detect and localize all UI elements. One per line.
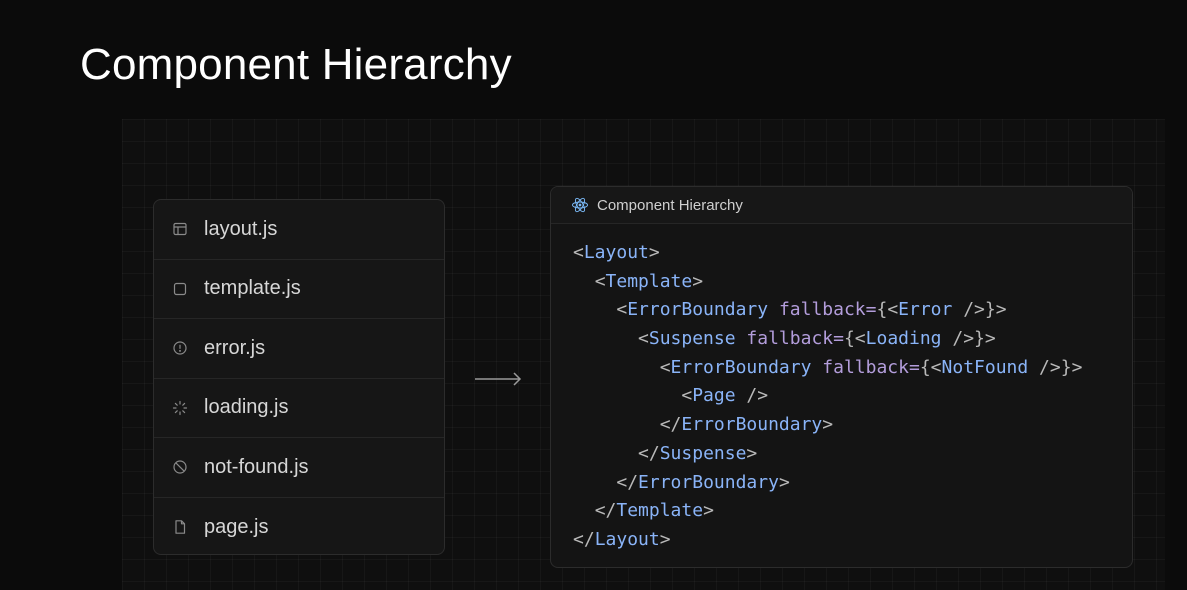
code-line: <Layout> bbox=[573, 239, 1082, 268]
code-token-punct: />}> bbox=[1028, 356, 1083, 378]
code-token-punct: < bbox=[616, 299, 628, 321]
code-line: <Suspense fallback={<Loading />}> bbox=[573, 325, 1082, 354]
code-token-tag: Layout bbox=[583, 242, 649, 263]
code-token-punct: < bbox=[594, 270, 606, 292]
right-arrow-icon bbox=[474, 370, 524, 388]
error-circle-icon bbox=[172, 340, 188, 356]
file-name: template.js bbox=[204, 277, 301, 300]
code-panel-header: Component Hierarchy bbox=[551, 187, 1132, 224]
file-name: loading.js bbox=[204, 396, 289, 419]
code-line: </ErrorBoundary> bbox=[573, 469, 1082, 498]
code-token-punct: > bbox=[692, 270, 704, 292]
code-token-tag: Suspense bbox=[659, 442, 747, 464]
file-name: error.js bbox=[204, 336, 266, 359]
code-line: </Template> bbox=[573, 497, 1082, 526]
code-token-tag: Suspense bbox=[648, 328, 736, 350]
code-token-tag: Page bbox=[692, 385, 736, 407]
code-token-punct: > bbox=[822, 414, 834, 436]
code-token-tag: Template bbox=[616, 500, 704, 522]
file-name: page.js bbox=[204, 515, 269, 538]
file-item-loading: loading.js bbox=[154, 379, 444, 438]
code-token-tag: Template bbox=[605, 270, 693, 292]
code-token-tag: NotFound bbox=[941, 356, 1029, 378]
file-name: not-found.js bbox=[204, 455, 309, 478]
code-line: <Page /> bbox=[573, 382, 1082, 411]
react-icon bbox=[571, 196, 589, 214]
code-token-punct: </ bbox=[616, 471, 639, 493]
not-found-icon bbox=[172, 459, 188, 475]
code-token-attr: fallback= bbox=[778, 299, 877, 321]
code-token-punct: > bbox=[648, 242, 660, 263]
file-item-layout: layout.js bbox=[154, 200, 444, 260]
code-token-punct: > bbox=[746, 442, 758, 464]
code-line: </Suspense> bbox=[573, 440, 1082, 469]
file-item-page: page.js bbox=[154, 498, 444, 555]
code-panel: Component Hierarchy <Layout> <Template> … bbox=[550, 186, 1133, 568]
code-token-punct: < bbox=[638, 328, 649, 350]
code-token-punct: </ bbox=[659, 414, 682, 436]
code-token-punct: </ bbox=[573, 528, 595, 550]
code-token-punct: {< bbox=[876, 299, 899, 321]
code-line: <Template> bbox=[573, 268, 1082, 297]
layout-icon bbox=[172, 221, 188, 237]
code-token-punct: > bbox=[703, 500, 714, 522]
code-token-punct bbox=[811, 357, 822, 378]
code-line: </ErrorBoundary> bbox=[573, 411, 1082, 440]
code-token-punct: />}> bbox=[941, 328, 996, 350]
code-token-tag: Loading bbox=[865, 328, 942, 350]
code-line: </Layout> bbox=[573, 526, 1082, 555]
code-token-punct bbox=[768, 299, 779, 320]
code-token-tag: Error bbox=[898, 299, 953, 321]
code-token-tag: ErrorBoundary bbox=[638, 471, 779, 493]
code-token-attr: fallback= bbox=[822, 356, 920, 378]
code-line: <ErrorBoundary fallback={<NotFound />}> bbox=[573, 354, 1083, 383]
page-icon bbox=[172, 519, 188, 535]
square-icon bbox=[172, 281, 188, 297]
code-token-punct: />}> bbox=[952, 299, 1007, 321]
spinner-icon bbox=[172, 400, 188, 416]
code-token-punct: </ bbox=[594, 500, 617, 522]
code-panel-title: Component Hierarchy bbox=[597, 196, 743, 214]
code-token-tag: ErrorBoundary bbox=[627, 299, 769, 321]
slide: Component Hierarchy layout.js template.j… bbox=[0, 0, 1187, 590]
code-token-punct: > bbox=[659, 528, 671, 550]
code-token-punct: </ bbox=[638, 442, 660, 464]
code-token-tag: Layout bbox=[594, 528, 660, 550]
file-list: layout.js template.js error.js loading.j… bbox=[153, 199, 445, 555]
file-item-template: template.js bbox=[154, 260, 444, 319]
code-token-punct: /> bbox=[735, 385, 769, 407]
code-line: <ErrorBoundary fallback={<Error />}> bbox=[573, 296, 1082, 325]
code-token-punct: > bbox=[778, 471, 790, 493]
code-token-attr: fallback= bbox=[746, 328, 844, 350]
file-name: layout.js bbox=[204, 217, 278, 240]
code-token-tag: ErrorBoundary bbox=[681, 414, 823, 436]
code-token-punct: {< bbox=[919, 356, 942, 378]
code-token-punct: < bbox=[681, 385, 693, 407]
code-token-punct: {< bbox=[843, 328, 866, 350]
code-token-punct: < bbox=[573, 242, 584, 263]
code-token-tag: ErrorBoundary bbox=[670, 356, 812, 378]
file-item-not-found: not-found.js bbox=[154, 438, 444, 498]
code-block: <Layout> <Template> <ErrorBoundary fallb… bbox=[573, 239, 1082, 555]
code-token-punct: < bbox=[659, 356, 671, 378]
code-token-punct bbox=[736, 328, 747, 349]
file-item-error: error.js bbox=[154, 319, 444, 379]
slide-title: Component Hierarchy bbox=[80, 40, 512, 89]
